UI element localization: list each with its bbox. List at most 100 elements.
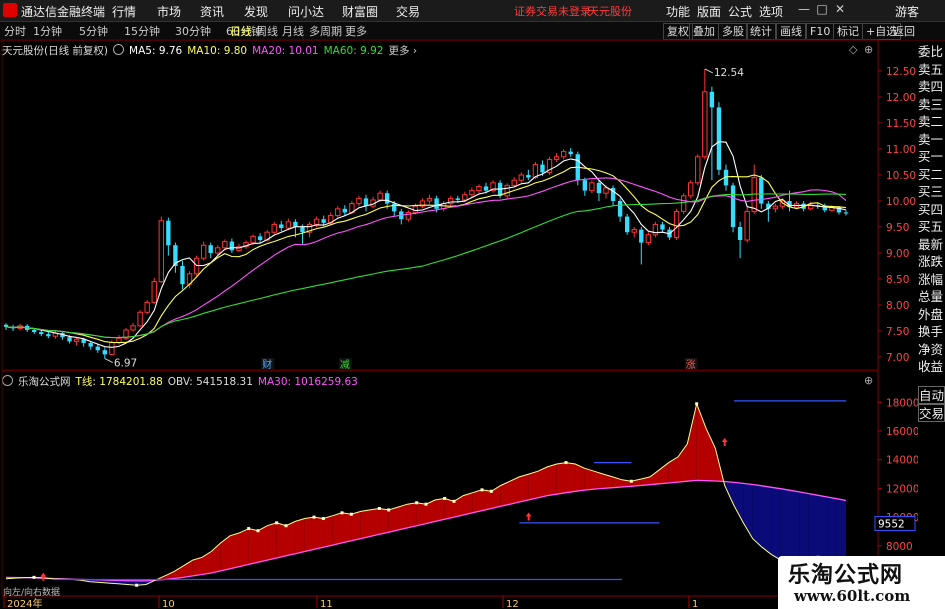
bull-fill (248, 528, 258, 565)
sidebar-item-volume[interactable]: 总量 (918, 288, 945, 306)
candle-body-down (660, 224, 665, 230)
sidebar-item-turnover[interactable]: 换手 (918, 323, 945, 341)
signal-arrow (40, 572, 47, 581)
sidebar-item-change[interactable]: 涨跌 (918, 253, 945, 271)
sidebar-item-entrust-ratio[interactable]: 委比 (918, 43, 945, 61)
sidebar-item-change-pct[interactable]: 涨幅 (918, 271, 945, 289)
candle-body-down (483, 186, 489, 191)
candle-body-up (356, 197, 362, 205)
candle-body-up (476, 185, 482, 192)
candle-body-down (843, 212, 849, 214)
main-y-tick-label: 7.50 (886, 326, 909, 338)
sidebar-item-buy2[interactable]: 买二 (918, 166, 945, 184)
main-y-tick-label: 12.00 (886, 92, 916, 104)
candle-body-up (645, 234, 652, 244)
main-y-tick-label: 10.00 (886, 196, 916, 208)
sidebar-item-auto-trade[interactable]: 自动 (918, 386, 945, 404)
sidebar-item-earnings[interactable]: 收益 (918, 358, 945, 376)
main-y-tick-label: 7.00 (886, 352, 909, 364)
candle-body-up (285, 221, 292, 229)
bear-fill (799, 491, 809, 566)
bull-fill (304, 517, 314, 552)
bear-fill (734, 482, 744, 523)
candle-body-down (624, 216, 630, 233)
sidebar-item-trade[interactable]: 交易 (918, 404, 945, 422)
sidebar-item-sell3[interactable]: 卖三 (918, 96, 945, 114)
sidebar-item-last-price[interactable]: 最新 (918, 236, 945, 254)
indicator-y-tick-label: 8000 (886, 541, 913, 553)
bull-fill (323, 515, 333, 548)
bear-fill (752, 484, 762, 548)
high-pointer (704, 68, 714, 74)
candle-body-up (518, 174, 524, 181)
inflection-dot (312, 515, 316, 519)
sidebar-item-buy3[interactable]: 买三 (918, 183, 945, 201)
sidebar-item-outer-volume[interactable]: 外盘 (918, 306, 945, 324)
candle-body-up (504, 184, 510, 197)
candle-body-up (250, 235, 256, 244)
sidebar-item-buy5[interactable]: 买五 (918, 218, 945, 236)
candle-body-up (405, 211, 412, 220)
candle-body-up (73, 338, 80, 342)
candle-body-down (257, 236, 263, 240)
bear-fill (762, 485, 772, 555)
bear-fill (771, 487, 781, 561)
bull-fill (668, 456, 678, 483)
sidebar-item-sell1[interactable]: 卖一 (918, 131, 945, 149)
bull-fill (687, 403, 697, 482)
value-box-label: 9552 (878, 519, 905, 531)
candle-body-up (469, 190, 475, 196)
bull-fill (584, 468, 594, 491)
indicator-y-tick-label: 14000 (886, 455, 918, 467)
sidebar-item-net-asset[interactable]: 净资 (918, 341, 945, 359)
sidebar-item-sell2[interactable]: 卖二 (918, 113, 945, 131)
stock-chart[interactable]: 12.50 12.00 11.50 11.00 10.50 10.00 9.50 9.00 8.… (0, 0, 918, 609)
sidebar-item-sell4[interactable]: 卖四 (918, 78, 945, 96)
bull-fill (650, 469, 660, 485)
candle-body-up (137, 311, 143, 327)
candle-body-down (321, 219, 326, 223)
bear-fill (790, 490, 800, 566)
bull-fill (416, 502, 426, 526)
candle-body-up (680, 195, 687, 212)
candle-body-down (46, 334, 51, 337)
bear-fill (780, 488, 790, 563)
bear-fill (808, 493, 818, 563)
candle-body-up (412, 205, 419, 213)
inflection-dot (489, 489, 493, 493)
candle-body-up (702, 91, 708, 158)
candle-body-up (151, 281, 157, 303)
bull-fill (538, 466, 548, 498)
sidebar-item-buy4[interactable]: 买四 (918, 201, 945, 219)
bull-fill (407, 502, 417, 528)
t-line (5, 402, 847, 586)
ma5-line (5, 141, 847, 348)
sidebar-item-buy1[interactable]: 买一 (918, 148, 945, 166)
bull-fill (314, 517, 324, 550)
candle-body-up (462, 194, 468, 201)
main-y-tick-label: 10.50 (886, 170, 916, 182)
candle-body-up (215, 247, 221, 254)
sidebar-item-sell5[interactable]: 卖五 (918, 61, 945, 79)
low-price-label: 6.97 (114, 358, 137, 370)
candle-body-down (67, 337, 72, 342)
candle-body-up (109, 341, 115, 355)
x-tick-label: 11 (320, 599, 333, 609)
candle-body-down (279, 224, 284, 229)
main-y-tick-label: 9.00 (886, 248, 909, 260)
candle-body-down (180, 266, 185, 285)
candle-body-down (39, 332, 44, 335)
x-tick-label: 10 (162, 599, 175, 609)
ma60-line (5, 193, 847, 339)
inflection-dot (377, 506, 381, 510)
main-y-tick-label: 8.50 (886, 274, 909, 286)
candle-body-down (384, 193, 390, 204)
watermark-text: 乐淘公式网 (788, 563, 904, 588)
x-tick-label: 1 (692, 599, 698, 609)
inflection-dot (443, 496, 447, 500)
bull-fill (370, 508, 380, 537)
main-y-tick-label: 8.00 (886, 300, 909, 312)
candle-body-up (695, 156, 701, 184)
ma10-line (5, 166, 847, 344)
inflection-dot (340, 511, 344, 515)
